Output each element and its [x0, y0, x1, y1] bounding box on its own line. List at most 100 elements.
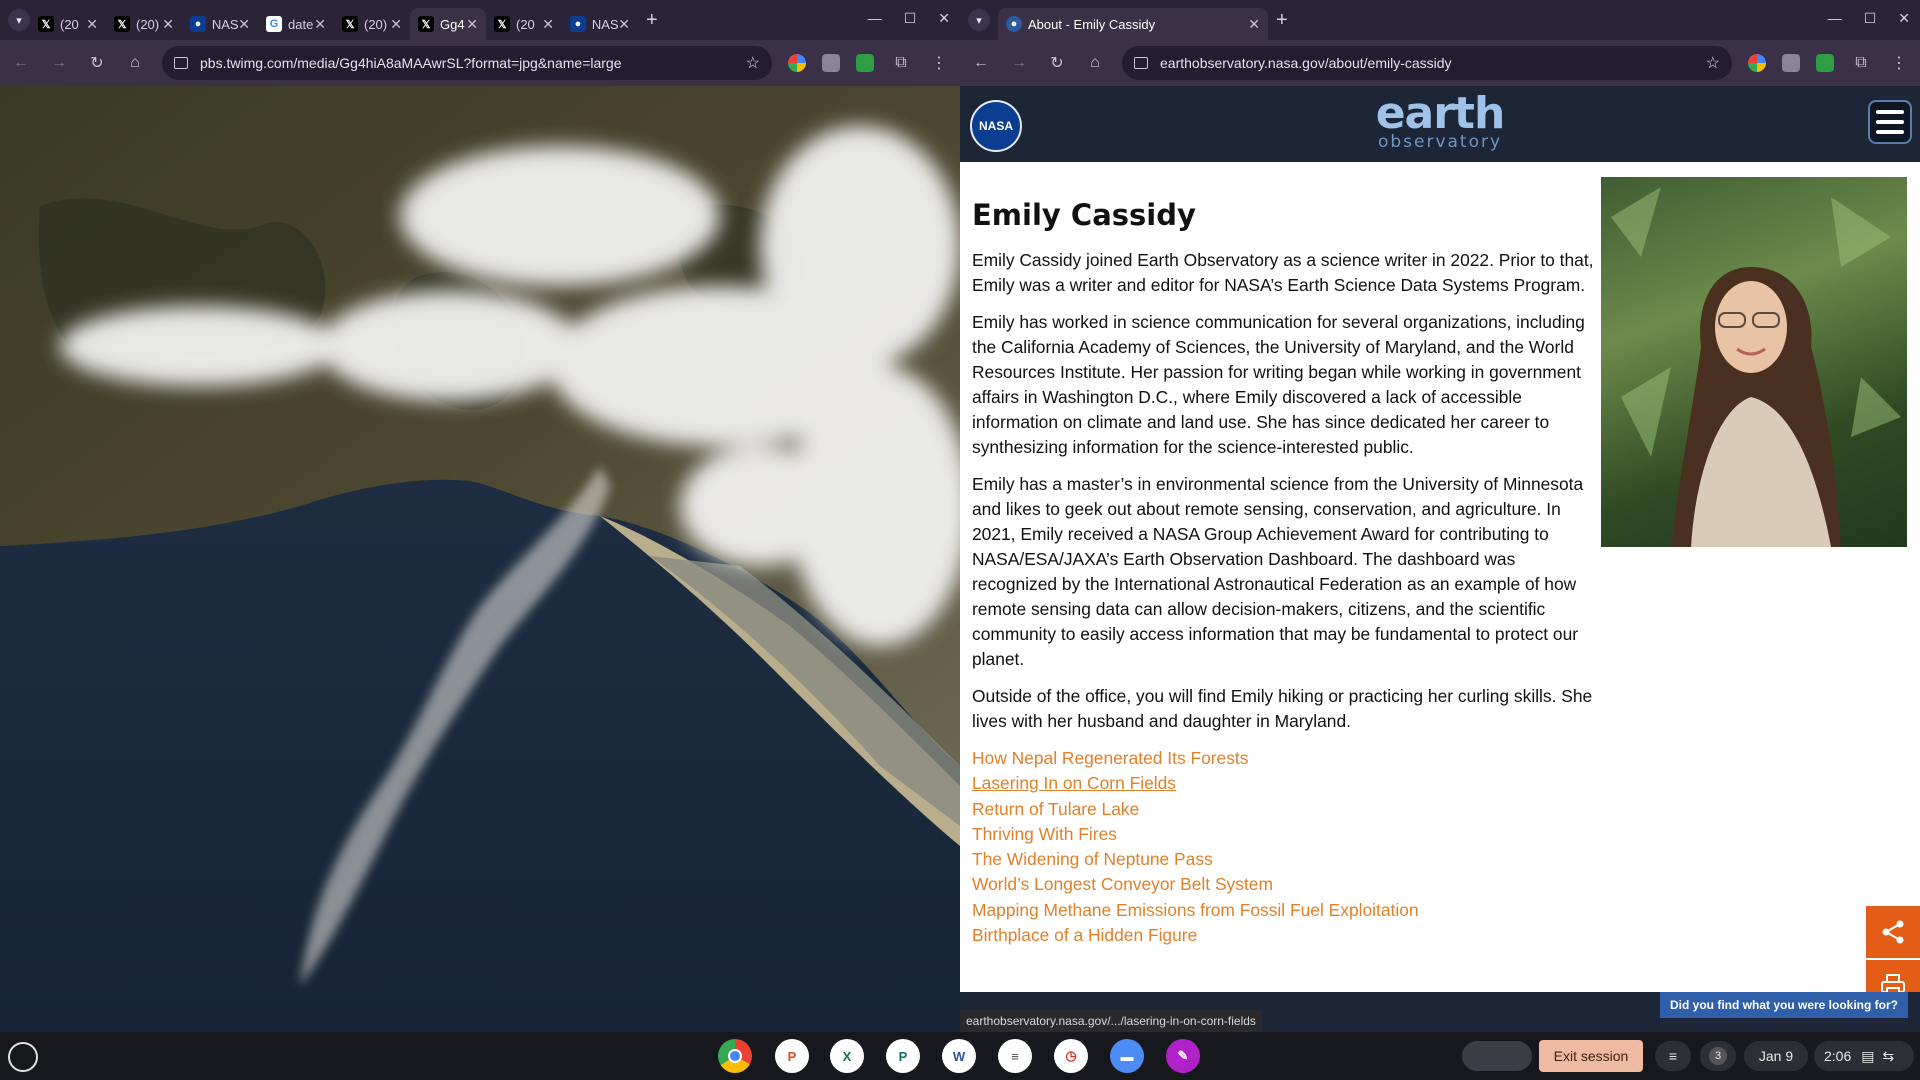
article-link[interactable]: Birthplace of a Hidden Figure — [972, 923, 1596, 948]
x-logo-icon: 𝕏 — [418, 16, 434, 32]
tab-search-button[interactable]: ▾ — [8, 9, 30, 31]
chrome-app-icon[interactable] — [718, 1039, 752, 1073]
media-queue-icon[interactable]: ≡ — [1655, 1041, 1691, 1071]
timer-app-icon[interactable]: ◷ — [1054, 1039, 1088, 1073]
bio-paragraph: Outside of the office, you will find Emi… — [972, 686, 1593, 731]
earth-observatory-favicon-icon: ● — [1006, 16, 1022, 32]
share-button[interactable] — [1866, 906, 1920, 958]
close-icon[interactable]: ✕ — [938, 10, 950, 27]
tab-item[interactable]: ● NAS ✕ — [182, 8, 258, 40]
maximize-icon[interactable]: ☐ — [904, 10, 917, 27]
browser-menu-icon[interactable]: ⋮ — [928, 53, 950, 73]
close-tab-icon[interactable]: ✕ — [162, 16, 174, 33]
maximize-icon[interactable]: ☐ — [1864, 10, 1877, 27]
minimize-icon[interactable]: — — [1828, 10, 1842, 27]
menu-icon[interactable] — [1868, 100, 1912, 144]
tab-strip: ▾ ● About - Emily Cassidy ✕ + — ☐ ✕ — [960, 0, 1920, 40]
keyboard-icon: ▤ — [1861, 1047, 1875, 1064]
bookmark-star-icon[interactable]: ☆ — [1706, 53, 1720, 73]
extension-green-icon[interactable] — [1816, 54, 1834, 72]
close-icon[interactable]: ✕ — [1898, 10, 1910, 27]
close-tab-icon[interactable]: ✕ — [1248, 16, 1260, 33]
close-tab-icon[interactable]: ✕ — [542, 16, 554, 33]
close-tab-icon[interactable]: ✕ — [314, 16, 326, 33]
home-icon[interactable]: ⌂ — [1084, 54, 1106, 72]
extension-copy-icon[interactable] — [822, 54, 840, 72]
new-tab-button[interactable]: + — [646, 9, 658, 32]
tab-search-button[interactable]: ▾ — [968, 9, 990, 31]
status-tray[interactable]: 2:06 ▤ ⇆ — [1814, 1041, 1914, 1071]
minimize-icon[interactable]: — — [868, 10, 882, 27]
files-app-icon[interactable]: ▬ — [1110, 1039, 1144, 1073]
site-info-icon[interactable] — [174, 57, 188, 69]
back-icon[interactable]: ← — [970, 54, 992, 72]
close-tab-icon[interactable]: ✕ — [238, 16, 250, 33]
forward-icon[interactable]: → — [48, 54, 70, 72]
close-tab-icon[interactable]: ✕ — [466, 16, 478, 33]
article-link[interactable]: Mapping Methane Emissions from Fossil Fu… — [972, 898, 1596, 923]
close-tab-icon[interactable]: ✕ — [390, 16, 402, 33]
tab-item[interactable]: 𝕏 (20 ✕ — [30, 8, 106, 40]
page-title: Emily Cassidy — [972, 198, 1196, 232]
docs-app-icon[interactable]: ≡ — [998, 1039, 1032, 1073]
date-display[interactable]: Jan 9 — [1744, 1041, 1808, 1071]
tab-item[interactable]: Gdate ✕ — [258, 8, 334, 40]
extensions-puzzle-icon[interactable]: ⧉ — [890, 54, 912, 72]
satellite-image — [0, 86, 960, 1032]
publisher-app-icon[interactable]: P — [886, 1039, 920, 1073]
tab-about-emily-cassidy[interactable]: ● About - Emily Cassidy ✕ — [998, 8, 1268, 40]
launcher-icon[interactable] — [8, 1042, 38, 1072]
forward-icon[interactable]: → — [1008, 54, 1030, 72]
back-icon[interactable]: ← — [10, 54, 32, 72]
address-bar[interactable]: earthobservatory.nasa.gov/about/emily-ca… — [1122, 46, 1732, 80]
notification-badge[interactable]: 3 — [1700, 1041, 1736, 1071]
article-link[interactable]: Return of Tulare Lake — [972, 797, 1596, 822]
article-link[interactable]: How Nepal Regenerated Its Forests — [972, 746, 1596, 771]
tab-item[interactable]: 𝕏 (20 ✕ — [486, 8, 562, 40]
tab-title: (20) — [364, 16, 388, 32]
bookmark-star-icon[interactable]: ☆ — [746, 53, 760, 73]
screen-thumbnails[interactable] — [1462, 1041, 1532, 1071]
earth-observatory-logo[interactable]: earth observatory — [960, 92, 1920, 151]
close-tab-icon[interactable]: ✕ — [618, 16, 630, 33]
bio-paragraph: Emily has a master’s in environmental sc… — [972, 474, 1584, 669]
article-link[interactable]: World’s Longest Conveyor Belt System — [972, 872, 1596, 897]
extension-copy-icon[interactable] — [1782, 54, 1800, 72]
extension-google-icon[interactable] — [1748, 54, 1766, 72]
nasa-logo-icon: ● — [570, 16, 586, 32]
exit-session-button[interactable]: Exit session — [1539, 1040, 1643, 1072]
browser-menu-icon[interactable]: ⋮ — [1888, 53, 1910, 73]
site-header: NASA earth observatory — [960, 86, 1920, 162]
tab-title: (20) — [136, 16, 160, 32]
home-icon[interactable]: ⌂ — [124, 54, 146, 72]
tab-item[interactable]: ● NAS ✕ — [562, 8, 638, 40]
clock: 2:06 — [1824, 1048, 1852, 1064]
extensions-puzzle-icon[interactable]: ⧉ — [1850, 54, 1872, 72]
address-url: earthobservatory.nasa.gov/about/emily-ca… — [1160, 55, 1452, 71]
article-link[interactable]: Lasering In on Corn Fields — [972, 771, 1596, 796]
reload-icon[interactable]: ↻ — [86, 53, 108, 73]
google-logo-icon: G — [266, 16, 282, 32]
tab-title: Gg4 — [440, 16, 465, 32]
tab-item[interactable]: 𝕏 (20) ✕ — [334, 8, 410, 40]
extension-google-icon[interactable] — [788, 54, 806, 72]
extension-green-icon[interactable] — [856, 54, 874, 72]
address-bar[interactable]: pbs.twimg.com/media/Gg4hiA8aMAAwrSL?form… — [162, 46, 772, 80]
article-link[interactable]: Thriving With Fires — [972, 822, 1596, 847]
article-link[interactable]: The Widening of Neptune Pass — [972, 847, 1596, 872]
tab-item[interactable]: 𝕏 Gg4 ✕ — [410, 8, 486, 40]
word-app-icon[interactable]: W — [942, 1039, 976, 1073]
tab-title: NAS — [591, 16, 619, 32]
tab-item[interactable]: 𝕏 (20) ✕ — [106, 8, 182, 40]
browser-toolbar: ← → ↻ ⌂ pbs.twimg.com/media/Gg4hiA8aMAAw… — [0, 40, 960, 86]
new-tab-button[interactable]: + — [1276, 9, 1288, 32]
site-info-icon[interactable] — [1134, 57, 1148, 69]
tab-title: (20 — [60, 16, 79, 32]
feedback-prompt[interactable]: Did you find what you were looking for? — [1660, 992, 1908, 1018]
powerpoint-app-icon[interactable]: P — [775, 1039, 809, 1073]
canvas-app-icon[interactable]: ✎ — [1166, 1039, 1200, 1073]
window-controls: — ☐ ✕ — [1828, 10, 1910, 27]
excel-app-icon[interactable]: X — [830, 1039, 864, 1073]
reload-icon[interactable]: ↻ — [1046, 53, 1068, 73]
close-tab-icon[interactable]: ✕ — [86, 16, 98, 33]
